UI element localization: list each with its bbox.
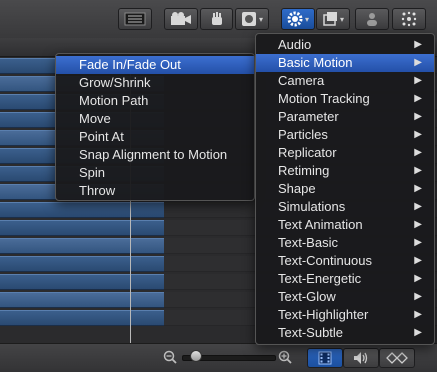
menu-item-audio[interactable]: Audio ▶ — [256, 36, 434, 54]
submenu-arrow-icon: ▶ — [414, 309, 422, 320]
submenu-arrow-icon: ▶ — [414, 75, 422, 86]
menu-item-move[interactable]: Move — [56, 110, 254, 128]
menu-item-text-glow[interactable]: Text-Glow ▶ — [256, 288, 434, 306]
submenu-arrow-icon: ▶ — [414, 39, 422, 50]
keyframe-view-button[interactable] — [379, 348, 415, 368]
menu-item-motion-tracking[interactable]: Motion Tracking ▶ — [256, 90, 434, 108]
zoom-slider-knob[interactable] — [190, 350, 202, 362]
menu-item-replicator[interactable]: Replicator ▶ — [256, 144, 434, 162]
audio-view-button[interactable] — [343, 348, 379, 368]
menu-item-motion-path[interactable]: Motion Path — [56, 92, 254, 110]
menu-item-throw[interactable]: Throw — [56, 182, 254, 200]
menu-item-parameter[interactable]: Parameter ▶ — [256, 108, 434, 126]
submenu-arrow-icon: ▶ — [414, 93, 422, 104]
submenu-arrow-icon: ▶ — [414, 327, 422, 338]
inspector-toggle-button[interactable] — [118, 8, 152, 30]
menu-item-snap-alignment-to-motion[interactable]: Snap Alignment to Motion — [56, 146, 254, 164]
submenu-arrow-icon: ▶ — [414, 255, 422, 266]
submenu-arrow-icon: ▶ — [414, 165, 422, 176]
bottom-bar — [0, 343, 437, 372]
menu-item-text-highlighter[interactable]: Text-Highlighter ▶ — [256, 306, 434, 324]
behaviors-menu: Audio ▶ Basic Motion ▶ Camera ▶ Motion Trac… — [255, 33, 435, 345]
submenu-arrow-icon: ▶ — [414, 111, 422, 122]
timeline-track[interactable] — [0, 202, 164, 218]
layers-icon — [323, 12, 337, 26]
inspector-toggle-icon — [124, 12, 146, 26]
camera-icon — [171, 12, 191, 25]
person-button[interactable] — [355, 8, 389, 30]
menu-item-retiming[interactable]: Retiming ▶ — [256, 162, 434, 180]
menu-item-camera[interactable]: Camera ▶ — [256, 72, 434, 90]
menu-item-text-continuous[interactable]: Text-Continuous ▶ — [256, 252, 434, 270]
behaviors-gear-icon — [287, 11, 303, 27]
video-view-button[interactable] — [307, 348, 343, 368]
menu-item-spin[interactable]: Spin — [56, 164, 254, 182]
filmstrip-icon — [318, 351, 332, 365]
behaviors-button[interactable]: ▾ — [281, 8, 315, 30]
menu-item-text-basic[interactable]: Text-Basic ▶ — [256, 234, 434, 252]
hand-icon — [211, 12, 222, 25]
menu-item-basic-motion[interactable]: Basic Motion ▶ — [256, 54, 434, 72]
menu-item-text-energetic[interactable]: Text-Energetic ▶ — [256, 270, 434, 288]
submenu-arrow-icon: ▶ — [414, 183, 422, 194]
menu-item-shape[interactable]: Shape ▶ — [256, 180, 434, 198]
menu-item-point-at[interactable]: Point At — [56, 128, 254, 146]
menu-item-fade-in-fade-out[interactable]: Fade In/Fade Out — [56, 56, 254, 74]
submenu-arrow-icon: ▶ — [414, 237, 422, 248]
person-icon — [367, 13, 377, 26]
zoom-out-icon[interactable] — [163, 350, 177, 364]
submenu-arrow-icon: ▶ — [414, 147, 422, 158]
mask-tool-button[interactable]: ▾ — [235, 8, 269, 30]
submenu-arrow-icon: ▶ — [414, 219, 422, 230]
menu-item-text-animation[interactable]: Text Animation ▶ — [256, 216, 434, 234]
submenu-arrow-icon: ▶ — [414, 273, 422, 284]
submenu-arrow-icon: ▶ — [414, 201, 422, 212]
zoom-in-icon[interactable] — [278, 350, 292, 364]
basic-motion-submenu: Fade In/Fade Out Grow/Shrink Motion Path… — [55, 53, 255, 201]
menu-item-grow-shrink[interactable]: Grow/Shrink — [56, 74, 254, 92]
particles-icon — [401, 11, 417, 27]
pan-tool-button[interactable] — [200, 8, 233, 30]
submenu-arrow-icon: ▶ — [414, 291, 422, 302]
chevron-down-icon: ▾ — [339, 14, 344, 24]
timeline-track[interactable] — [0, 220, 164, 236]
particles-button[interactable] — [392, 8, 426, 30]
layers-button[interactable]: ▾ — [316, 8, 350, 30]
chevron-down-icon: ▾ — [258, 14, 263, 24]
keyframes-icon — [386, 352, 408, 364]
timeline-track[interactable] — [0, 292, 164, 308]
menu-item-text-subtle[interactable]: Text-Subtle ▶ — [256, 324, 434, 342]
chevron-down-icon: ▾ — [304, 14, 309, 24]
speaker-icon — [354, 352, 368, 364]
timeline-track[interactable] — [0, 256, 164, 272]
timeline-track[interactable] — [0, 238, 164, 254]
menu-item-simulations[interactable]: Simulations ▶ — [256, 198, 434, 216]
camera-button[interactable] — [164, 8, 198, 30]
mask-icon — [241, 12, 256, 26]
submenu-arrow-icon: ▶ — [414, 129, 422, 140]
timeline-track[interactable] — [0, 274, 164, 290]
timeline-track[interactable] — [0, 310, 164, 326]
menu-item-particles[interactable]: Particles ▶ — [256, 126, 434, 144]
submenu-arrow-icon: ▶ — [414, 57, 422, 68]
